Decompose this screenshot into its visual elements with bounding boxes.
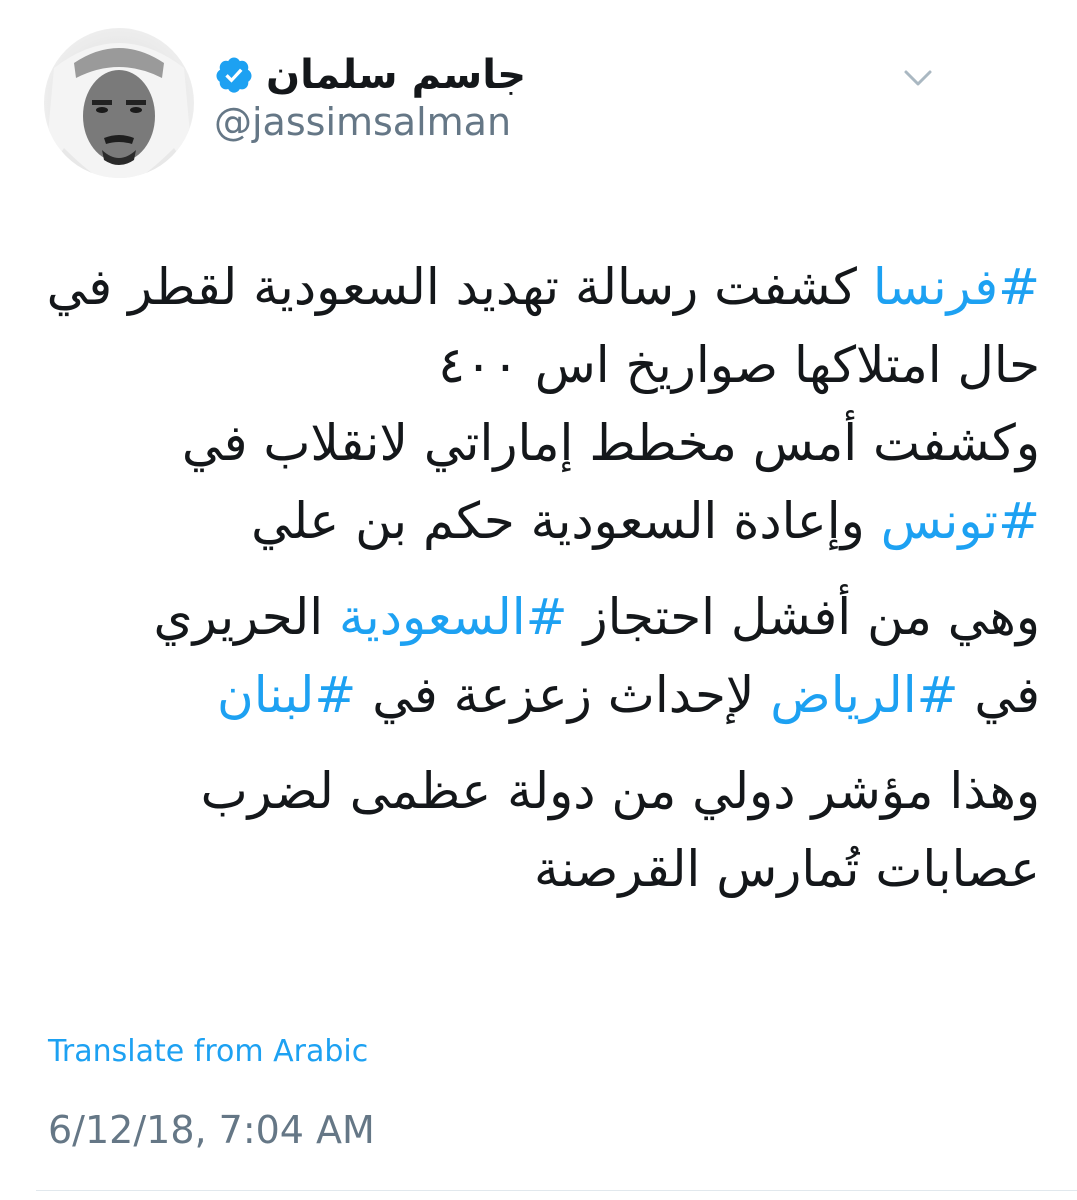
tweet-paragraph-1: #فرنسا كشفت رسالة تهديد السعودية لقطر في… <box>40 248 1040 560</box>
tweet-text-segment: لإحداث زعزعة في <box>356 666 771 724</box>
hashtag-link[interactable]: #الرياض <box>770 666 958 724</box>
hashtag-link[interactable]: #السعودية <box>339 588 568 646</box>
tweet-line: حال امتلاكها صواريخ اس ٤٠٠ <box>40 326 1040 404</box>
tweet-text-segment: وإعادة السعودية حكم بن علي <box>251 492 881 550</box>
tweet-paragraph-2: وهي من أفشل احتجاز #السعودية الحريري في … <box>40 578 1040 734</box>
tweet-line: وهذا مؤشر دولي من دولة عظمى لضرب <box>40 752 1040 830</box>
tweet-timestamp[interactable]: 6/12/18, 7:04 AM <box>48 1108 375 1154</box>
hashtag-link[interactable]: #فرنسا <box>873 258 1040 316</box>
author-name-row[interactable]: جاسم سلمان <box>214 46 526 104</box>
avatar[interactable] <box>44 28 194 178</box>
tweet-text-segment: وهذا مؤشر دولي من دولة عظمى لضرب <box>200 762 1040 820</box>
tweet-text-segment: وهي من أفشل احتجاز <box>567 588 1040 646</box>
tweet-text-segment: الحريري <box>153 588 339 646</box>
hashtag-link[interactable]: #لبنان <box>217 666 356 724</box>
translate-link[interactable]: Translate from Arabic <box>48 1034 368 1070</box>
tweet-text-segment: وكشفت أمس مخطط إماراتي لانقلاب في <box>181 414 1040 472</box>
tweet-text-segment: حال امتلاكها صواريخ اس ٤٠٠ <box>438 336 1040 394</box>
tweet-detail-view: جاسم سلمان @jassimsalman #فرنسا كشفت رسا… <box>0 0 1077 1200</box>
tweet-line: #فرنسا كشفت رسالة تهديد السعودية لقطر في <box>40 248 1040 326</box>
chevron-down-icon <box>904 70 932 86</box>
tweet-line: وهي من أفشل احتجاز #السعودية الحريري <box>40 578 1040 656</box>
tweet-text-segment: كشفت رسالة تهديد السعودية لقطر في <box>46 258 873 316</box>
tweet-line: في #الرياض لإحداث زعزعة في #لبنان <box>40 656 1040 734</box>
tweet-line: وكشفت أمس مخطط إماراتي لانقلاب في <box>40 404 1040 482</box>
tweet-text: #فرنسا كشفت رسالة تهديد السعودية لقطر في… <box>40 248 1040 926</box>
tweet-menu-button[interactable] <box>898 58 938 98</box>
profile-photo-icon <box>44 28 194 178</box>
tweet-paragraph-3: وهذا مؤشر دولي من دولة عظمى لضرب عصابات … <box>40 752 1040 908</box>
verified-badge-icon <box>216 57 252 93</box>
hashtag-link[interactable]: #تونس <box>881 492 1040 550</box>
tweet-line: عصابات تُمارس القرصنة <box>40 830 1040 908</box>
tweet-line: #تونس وإعادة السعودية حكم بن علي <box>40 482 1040 560</box>
display-name: جاسم سلمان <box>266 52 527 98</box>
user-handle[interactable]: @jassimsalman <box>214 100 511 146</box>
tweet-text-segment: عصابات تُمارس القرصنة <box>533 840 1040 898</box>
divider <box>36 1190 1077 1191</box>
tweet-text-segment: في <box>958 666 1040 724</box>
